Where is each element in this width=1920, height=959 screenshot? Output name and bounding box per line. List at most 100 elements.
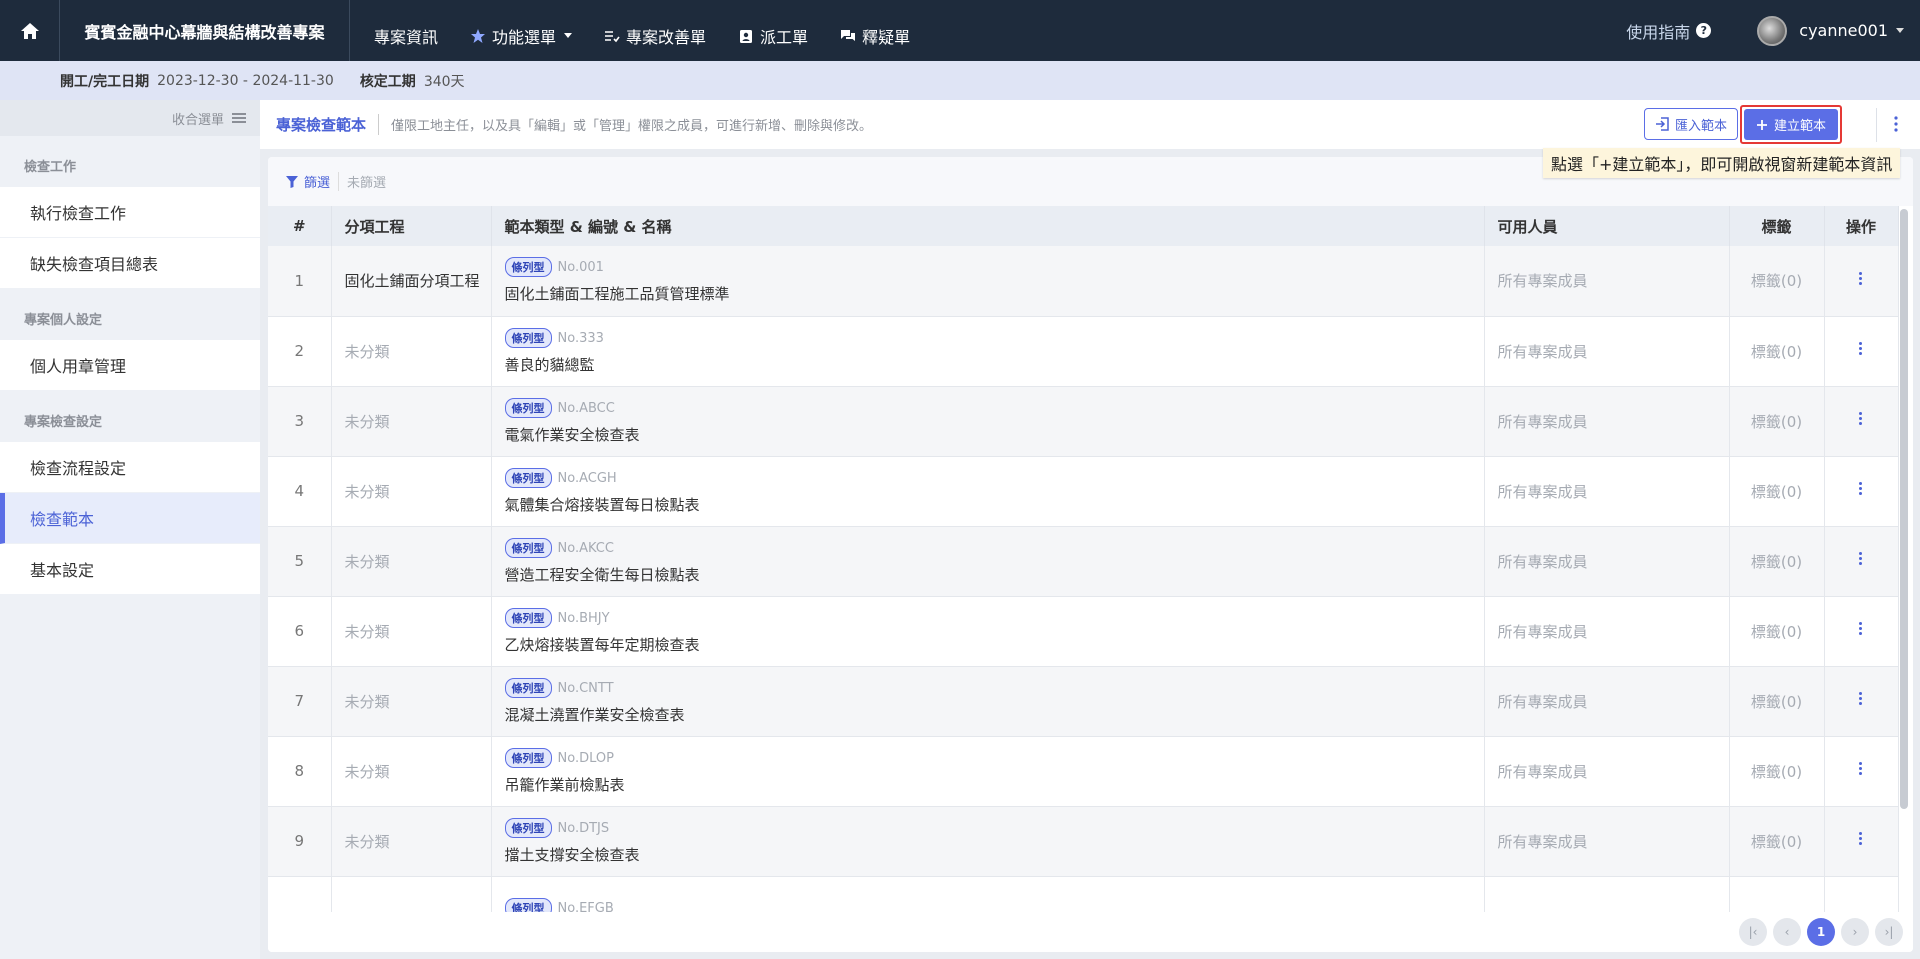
duration-label: 核定工期: [359, 73, 416, 90]
sidebar-item-personal-stamp[interactable]: 個人用章管理: [0, 340, 260, 391]
row-actions[interactable]: [1824, 736, 1899, 807]
row-actions[interactable]: [1824, 596, 1899, 667]
sidebar-section-inspection-work: 檢查工作: [24, 160, 77, 175]
row-template[interactable]: 條列型 No.001 固化土鋪面工程施工品質管理標準: [491, 246, 1485, 317]
current-page[interactable]: 1: [1807, 918, 1835, 946]
row-number: 6: [268, 596, 332, 667]
create-template-tooltip: 點選「+建立範本」，即可開啟視窗新建範本資訊: [1543, 148, 1901, 178]
nav-clarification-order[interactable]: 釋疑單: [840, 24, 910, 48]
row-tags[interactable]: 標籤(0): [1729, 456, 1825, 527]
more-vertical-icon[interactable]: [1859, 552, 1863, 566]
row-template[interactable]: 條列型 No.DLOP 吊籠作業前檢點表: [491, 736, 1485, 807]
row-category: 未分類: [331, 456, 492, 527]
row-tags[interactable]: 標籤(0): [1729, 666, 1825, 737]
sidebar-item-inspection-flow[interactable]: 檢查流程設定: [0, 442, 260, 493]
row-actions[interactable]: [1824, 526, 1899, 597]
more-vertical-icon[interactable]: [1859, 622, 1863, 636]
project-name[interactable]: 賓賓金融中心幕牆與結構改善專案: [60, 0, 350, 61]
collapse-menu-button[interactable]: 收合選單: [0, 100, 260, 136]
row-tags[interactable]: 標籤(0): [1729, 386, 1825, 457]
home-button[interactable]: [0, 0, 60, 61]
table-row[interactable]: 1 固化土鋪面分項工程 條列型 No.001 固化土鋪面工程施工品質管理標準 所有專案成員…: [268, 246, 1899, 317]
more-vertical-icon[interactable]: [1886, 114, 1906, 134]
more-vertical-icon[interactable]: [1859, 342, 1863, 356]
col-header-tags: 標籤: [1729, 206, 1825, 246]
user-guide-link[interactable]: 使用指南 ?: [1626, 19, 1712, 43]
username[interactable]: cyanne001: [1799, 21, 1888, 40]
filter-button[interactable]: 篩選: [286, 172, 340, 191]
template-code: No.BHJY: [557, 610, 610, 626]
row-actions[interactable]: [1824, 246, 1899, 317]
row-category: 未分類: [331, 386, 492, 457]
col-header-users: 可用人員: [1484, 206, 1730, 246]
row-tags[interactable]: 標籤(0): [1729, 596, 1825, 667]
table-scrollbar[interactable]: [1900, 209, 1908, 809]
page-title: 專案檢查範本: [276, 114, 380, 135]
table-row[interactable]: 6 未分類 條列型 No.BHJY 乙炔熔接裝置每年定期檢查表 所有專案成員 標籤(0): [268, 596, 1899, 667]
import-template-button[interactable]: 匯入範本: [1644, 108, 1739, 140]
table-row[interactable]: 9 未分類 條列型 No.DTJS 擋土支撐安全檢查表 所有專案成員 標籤(0): [268, 806, 1899, 877]
template-type-badge: 條列型: [504, 467, 552, 488]
row-category: 未分類: [331, 596, 492, 667]
more-vertical-icon[interactable]: [1859, 482, 1863, 496]
row-number: 5: [268, 526, 332, 597]
row-template[interactable]: 條列型 No.AKCC 營造工程安全衛生每日檢點表: [491, 526, 1485, 597]
row-actions[interactable]: [1824, 666, 1899, 737]
prev-page-button[interactable]: ‹: [1773, 918, 1801, 946]
create-template-highlight: 建立範本: [1740, 105, 1842, 144]
import-icon: [1656, 117, 1669, 131]
row-template[interactable]: 條列型 No.333 善良的貓總監: [491, 316, 1485, 387]
first-page-button[interactable]: |‹: [1739, 918, 1767, 946]
next-page-button[interactable]: ›: [1841, 918, 1869, 946]
table-row[interactable]: 7 未分類 條列型 No.CNTT 混凝土澆置作業安全檢查表 所有專案成員 標籤(0): [268, 666, 1899, 737]
row-actions[interactable]: [1824, 316, 1899, 387]
sidebar-item-inspection-template[interactable]: 檢查範本: [0, 493, 260, 544]
row-users: 所有專案成員: [1484, 246, 1730, 317]
table-row[interactable]: 2 未分類 條列型 No.333 善良的貓總監 所有專案成員 標籤(0): [268, 316, 1899, 387]
row-template[interactable]: 條列型 No.ABCC 電氣作業安全檢查表: [491, 386, 1485, 457]
row-tags[interactable]: 標籤(0): [1729, 316, 1825, 387]
template-type-badge: 條列型: [504, 537, 552, 558]
create-template-button[interactable]: 建立範本: [1744, 109, 1838, 140]
last-page-button[interactable]: ›|: [1875, 918, 1903, 946]
sidebar-item-defect-summary[interactable]: 缺失檢查項目總表: [0, 238, 260, 289]
chevron-down-icon[interactable]: [1896, 28, 1904, 33]
avatar[interactable]: [1757, 15, 1788, 46]
row-template[interactable]: 條列型 No.ACGH 氣體集合熔接裝置每日檢點表: [491, 456, 1485, 527]
row-actions[interactable]: [1824, 456, 1899, 527]
more-vertical-icon[interactable]: [1859, 412, 1863, 426]
sidebar-item-execute-inspection[interactable]: 執行檢查工作: [0, 187, 260, 238]
row-template[interactable]: 條列型 No.CNTT 混凝土澆置作業安全檢查表: [491, 666, 1485, 737]
row-tags[interactable]: 標籤(0): [1729, 736, 1825, 807]
more-vertical-icon[interactable]: [1859, 271, 1863, 286]
filter-state: 未篩選: [347, 176, 387, 191]
sidebar: 收合選單 檢查工作 執行檢查工作 缺失檢查項目總表 專案個人設定 個人用章管理 …: [0, 100, 260, 959]
row-actions[interactable]: [1824, 806, 1899, 877]
row-users: 所有專案成員: [1484, 526, 1730, 597]
table-row[interactable]: 4 未分類 條列型 No.ACGH 氣體集合熔接裝置每日檢點表 所有專案成員 標籤(0): [268, 456, 1899, 527]
main-nav: 專案資訊 功能選單 專案改善單 派工單 釋疑單: [350, 0, 942, 61]
col-header-category[interactable]: 分項工程: [331, 206, 492, 246]
sidebar-item-basic-settings[interactable]: 基本設定: [0, 544, 260, 595]
more-vertical-icon[interactable]: [1859, 832, 1863, 846]
nav-project-info[interactable]: 專案資訊: [374, 24, 438, 48]
more-vertical-icon[interactable]: [1859, 762, 1863, 776]
template-code: No.DLOP: [557, 750, 614, 766]
table-row[interactable]: 3 未分類 條列型 No.ABCC 電氣作業安全檢查表 所有專案成員 標籤(0): [268, 386, 1899, 457]
row-tags[interactable]: 標籤(0): [1729, 526, 1825, 597]
table-row[interactable]: 5 未分類 條列型 No.AKCC 營造工程安全衛生每日檢點表 所有專案成員 標籤(0): [268, 526, 1899, 597]
page-description: 僅限工地主任，以及具「編輯」或「管理」權限之成員，可進行新增、刪除與修改。: [391, 119, 873, 134]
nav-dispatch-order[interactable]: 派工單: [738, 24, 808, 48]
col-header-template[interactable]: 範本類型 & 編號 & 名稱: [491, 206, 1485, 246]
nav-improvement-order[interactable]: 專案改善單: [604, 24, 706, 48]
row-category: 未分類: [331, 316, 492, 387]
nav-function-menu[interactable]: 功能選單: [470, 24, 573, 48]
row-template[interactable]: 條列型 No.BHJY 乙炔熔接裝置每年定期檢查表: [491, 596, 1485, 667]
table-row[interactable]: 8 未分類 條列型 No.DLOP 吊籠作業前檢點表 所有專案成員 標籤(0): [268, 736, 1899, 807]
row-tags[interactable]: 標籤(0): [1729, 246, 1825, 317]
row-actions[interactable]: [1824, 386, 1899, 457]
more-vertical-icon[interactable]: [1859, 692, 1863, 706]
row-category: 未分類: [331, 736, 492, 807]
row-template[interactable]: 條列型 No.DTJS 擋土支撐安全檢查表: [491, 806, 1485, 877]
row-tags[interactable]: 標籤(0): [1729, 806, 1825, 877]
